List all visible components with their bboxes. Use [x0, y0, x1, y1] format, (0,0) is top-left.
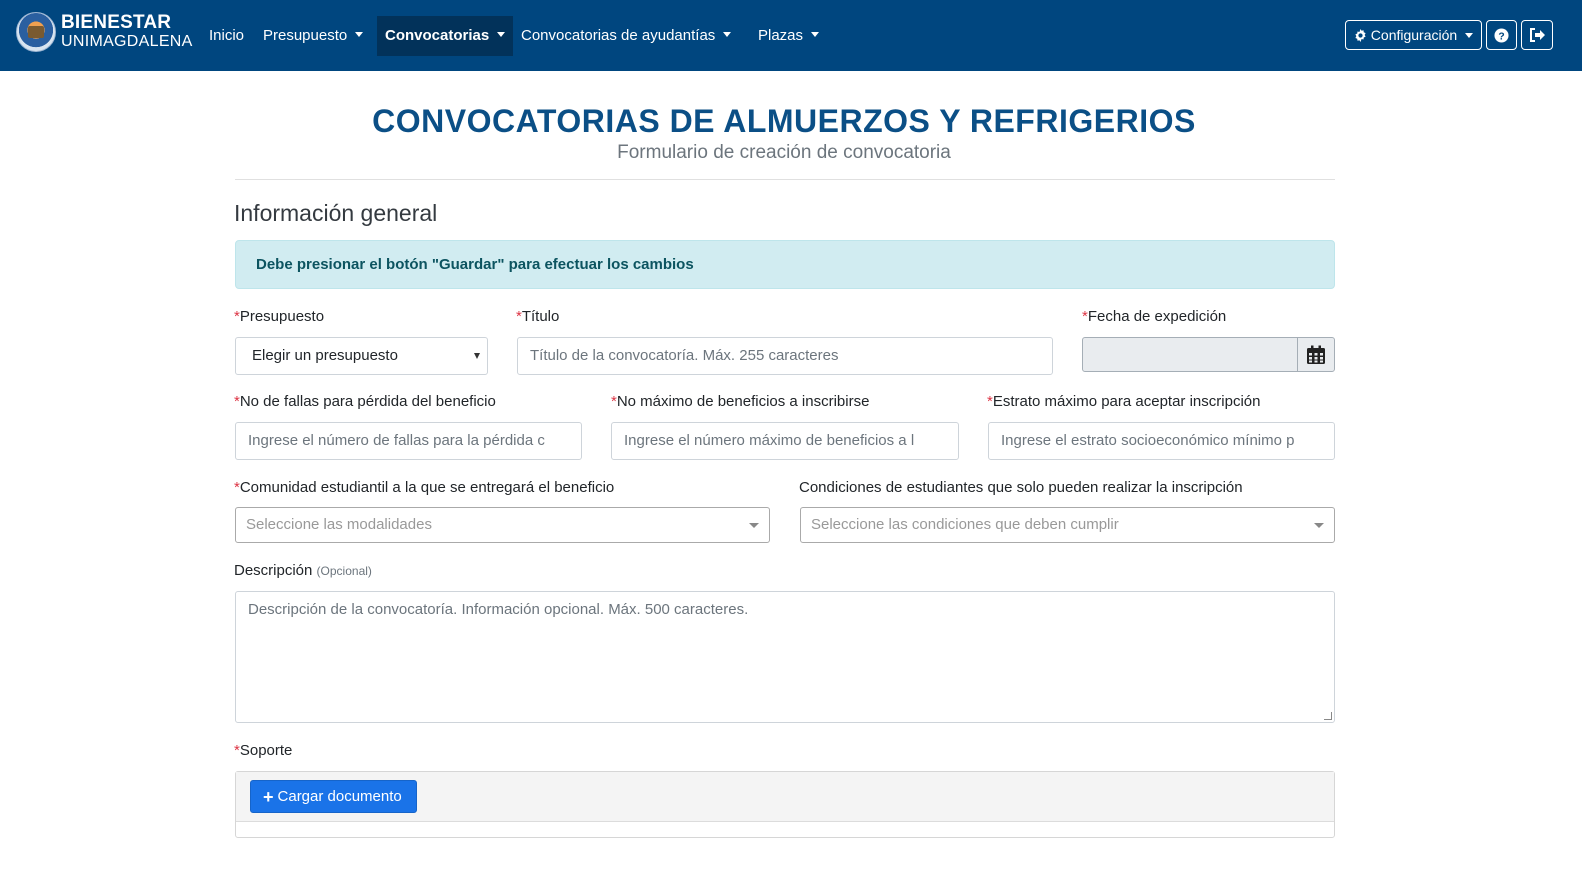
presupuesto-label: *Presupuesto — [234, 308, 324, 325]
titulo-placeholder: Título de la convocatoría. Máx. 255 cara… — [530, 347, 839, 364]
university-logo — [16, 12, 56, 52]
maximo-placeholder: Ingrese el número máximo de beneficios a… — [624, 432, 915, 449]
titulo-input[interactable]: Título de la convocatoría. Máx. 255 cara… — [517, 337, 1053, 375]
question-circle-icon: ? — [1494, 27, 1509, 43]
presupuesto-select[interactable]: Elegir un presupuesto — [235, 337, 488, 375]
section-title: Información general — [234, 200, 438, 226]
nav-inicio[interactable]: Inicio — [201, 16, 252, 56]
maximo-label: *No máximo de beneficios a inscribirse — [611, 393, 869, 410]
nav-convocatorias[interactable]: Convocatorias — [377, 16, 513, 56]
comunidad-label: *Comunidad estudiantil a la que se entre… — [234, 479, 614, 496]
descripcion-label-text: Descripción — [234, 562, 313, 579]
estrato-input[interactable]: Ingrese el estrato socioeconómico mínimo… — [988, 422, 1335, 460]
page-title: CONVOCATORIAS DE ALMUERZOS Y REFRIGERIOS — [372, 103, 1196, 139]
comunidad-label-text: Comunidad estudiantil a la que se entreg… — [239, 479, 615, 496]
logout-button[interactable] — [1521, 20, 1553, 50]
gear-icon — [1355, 28, 1366, 42]
comunidad-multiselect[interactable]: Seleccione las modalidades — [235, 507, 770, 543]
fallas-placeholder: Ingrese el número de fallas para la pérd… — [248, 432, 545, 449]
titulo-label: *Título — [516, 308, 559, 325]
file-upload-header: + Cargar documento — [236, 772, 1334, 822]
resize-handle-icon[interactable] — [1324, 712, 1332, 720]
nav-convocatorias-ayudantias[interactable]: Convocatorias de ayudantías — [513, 16, 739, 56]
soporte-label: *Soporte — [234, 742, 292, 759]
cargar-documento-label: Cargar documento — [277, 788, 402, 805]
chevron-down-icon — [474, 353, 480, 359]
optional-hint: (Opcional) — [316, 564, 372, 578]
config-dropdown-button[interactable]: Configuración — [1345, 20, 1482, 50]
chevron-down-icon — [1465, 32, 1474, 38]
plus-icon: + — [263, 786, 274, 807]
titulo-label-text: Título — [521, 308, 560, 325]
chevron-down-icon — [723, 32, 732, 37]
calendar-button[interactable] — [1297, 337, 1335, 372]
nav-convocatorias-ayudantias-label: Convocatorias de ayudantías — [521, 27, 716, 44]
chevron-down-icon — [811, 32, 820, 37]
maximo-label-text: No máximo de beneficios a inscribirse — [616, 393, 870, 410]
fecha-label-text: Fecha de expedición — [1087, 308, 1227, 325]
help-button[interactable]: ? — [1486, 20, 1517, 50]
fallas-label-text: No de fallas para pérdida del beneficio — [239, 393, 496, 410]
descripcion-label: Descripción (Opcional) — [234, 562, 372, 579]
presupuesto-label-text: Presupuesto — [239, 308, 325, 325]
nav-convocatorias-label: Convocatorias — [385, 27, 490, 44]
nav-presupuesto[interactable]: Presupuesto — [255, 16, 371, 56]
chevron-down-icon — [1314, 523, 1324, 528]
chevron-down-icon — [497, 32, 506, 37]
fallas-label: *No de fallas para pérdida del beneficio — [234, 393, 496, 410]
estrato-label-text: Estrato máximo para aceptar inscripción — [992, 393, 1261, 410]
brand-subtitle: UNIMAGDALENA — [61, 33, 193, 50]
nav-inicio-label: Inicio — [209, 27, 245, 44]
sign-out-icon — [1530, 28, 1545, 42]
condiciones-label: Condiciones de estudiantes que solo pued… — [799, 479, 1243, 496]
nav-plazas[interactable]: Plazas — [750, 16, 827, 56]
chevron-down-icon — [355, 32, 364, 37]
nav-plazas-label: Plazas — [758, 27, 804, 44]
estrato-label: *Estrato máximo para aceptar inscripción — [987, 393, 1260, 410]
page-subtitle: Formulario de creación de convocatoria — [617, 142, 951, 163]
cargar-documento-button[interactable]: + Cargar documento — [250, 780, 417, 813]
fecha-label: *Fecha de expedición — [1082, 308, 1226, 325]
config-label: Configuración — [1370, 27, 1458, 43]
soporte-label-text: Soporte — [239, 742, 293, 759]
comunidad-placeholder: Seleccione las modalidades — [246, 516, 432, 533]
chevron-down-icon — [749, 523, 759, 528]
condiciones-placeholder: Seleccione las condiciones que deben cum… — [811, 516, 1119, 533]
divider — [235, 179, 1335, 180]
condiciones-multiselect[interactable]: Seleccione las condiciones que deben cum… — [800, 507, 1335, 543]
top-navbar: BIENESTAR UNIMAGDALENA Inicio Presupuest… — [0, 0, 1582, 71]
maximo-beneficios-input[interactable]: Ingrese el número máximo de beneficios a… — [611, 422, 959, 460]
svg-text:?: ? — [1498, 31, 1504, 42]
brand[interactable]: BIENESTAR UNIMAGDALENA — [16, 11, 193, 53]
descripcion-textarea[interactable]: Descripción de la convocatoría. Informac… — [235, 591, 1335, 723]
file-upload-box: + Cargar documento — [235, 771, 1335, 838]
info-alert: Debe presionar el botón "Guardar" para e… — [235, 240, 1335, 289]
presupuesto-select-value: Elegir un presupuesto — [252, 347, 398, 364]
descripcion-placeholder: Descripción de la convocatoría. Informac… — [248, 601, 749, 618]
calendar-icon — [1307, 345, 1325, 364]
brand-title: BIENESTAR — [61, 12, 172, 33]
fallas-input[interactable]: Ingrese el número de fallas para la pérd… — [235, 422, 582, 460]
estrato-placeholder: Ingrese el estrato socioeconómico mínimo… — [1001, 432, 1295, 449]
fecha-expedicion-input[interactable] — [1082, 337, 1298, 372]
nav-presupuesto-label: Presupuesto — [263, 27, 348, 44]
